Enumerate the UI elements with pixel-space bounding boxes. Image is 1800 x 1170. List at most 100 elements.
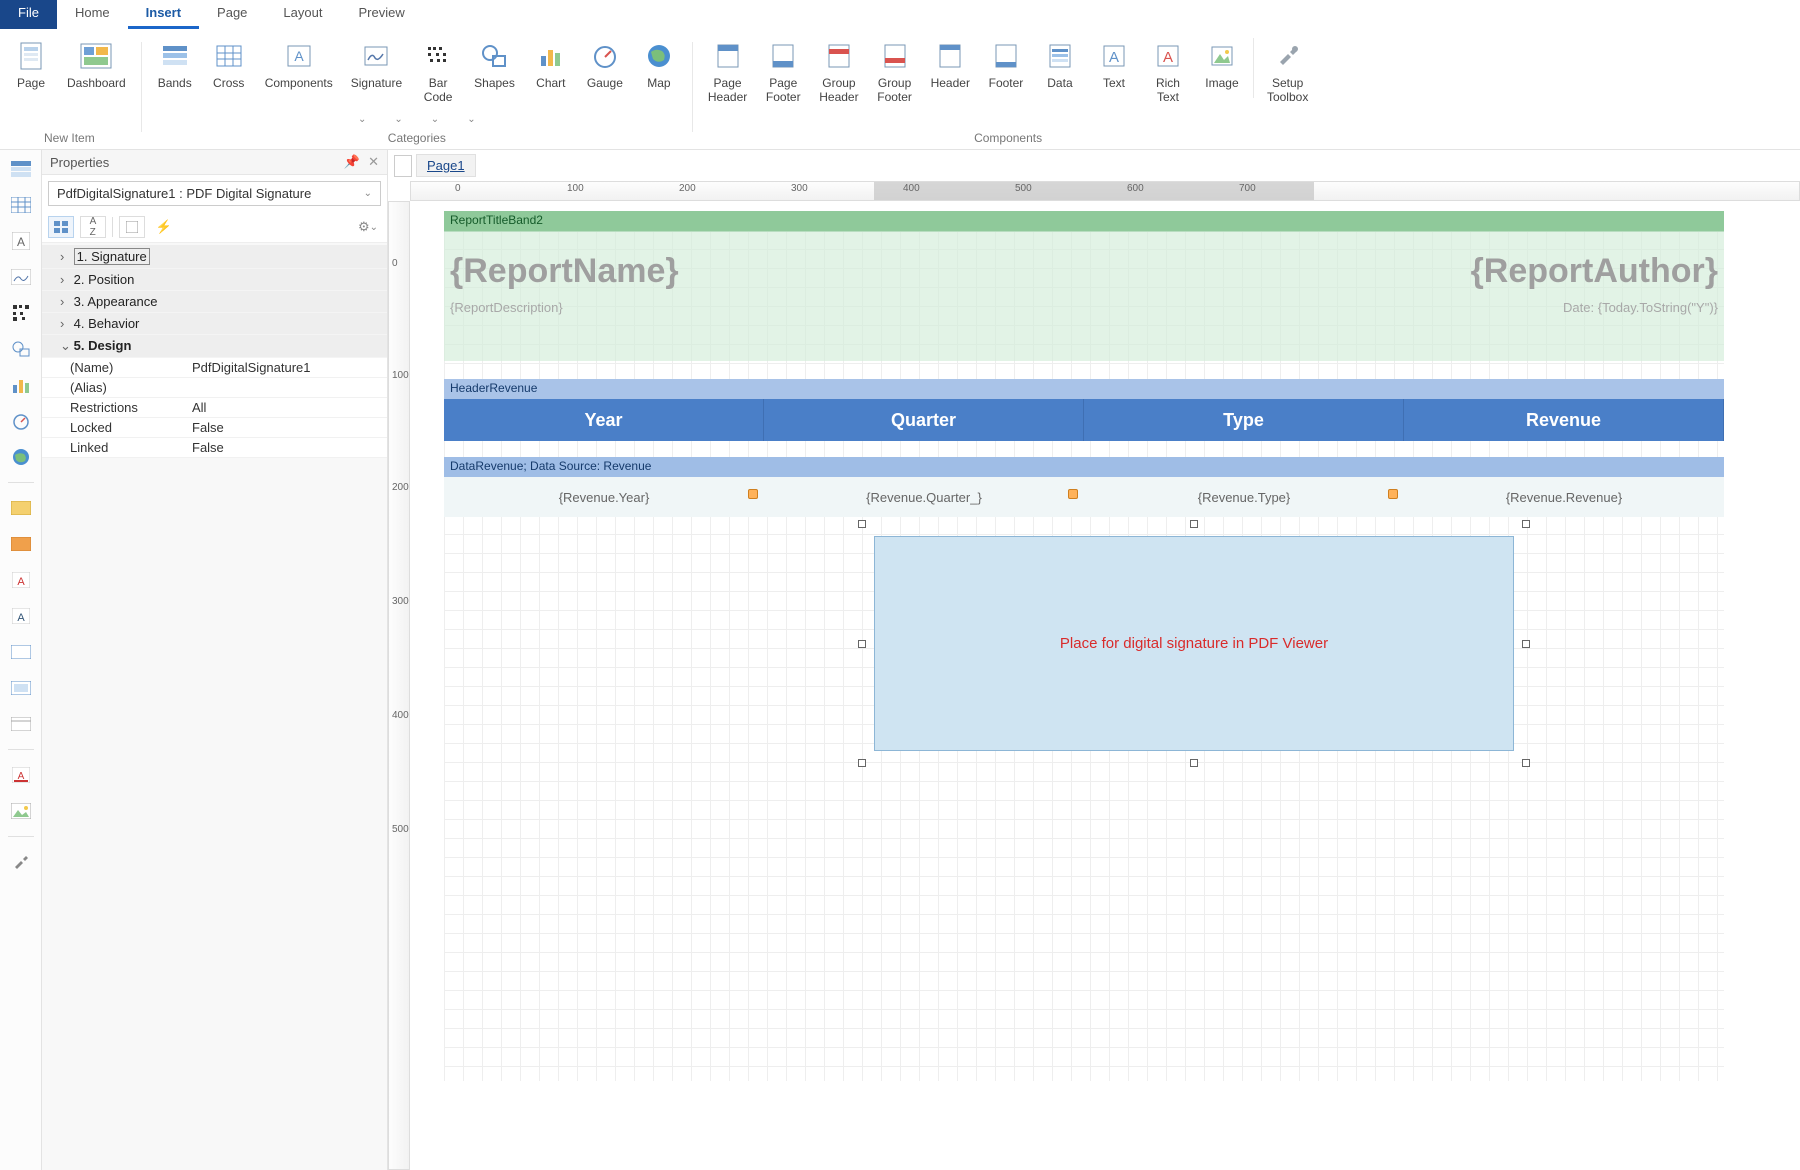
tool-qr-icon[interactable]: [8, 300, 34, 326]
tool-picture-icon[interactable]: [8, 798, 34, 824]
prop-lightning-icon[interactable]: ⚡: [151, 216, 177, 238]
ribbon-header-button[interactable]: Header: [922, 36, 979, 94]
ribbon-groupheader-button[interactable]: Group Header: [810, 36, 867, 108]
report-page[interactable]: ReportTitleBand2 {ReportName} {ReportAut…: [444, 211, 1724, 1081]
col-year[interactable]: Year: [444, 399, 764, 441]
report-title-band[interactable]: ReportTitleBand2 {ReportName} {ReportAut…: [444, 211, 1724, 361]
report-date-field[interactable]: Date: {Today.ToString("Y")}: [1563, 300, 1718, 315]
tool-text-icon[interactable]: A: [8, 228, 34, 254]
field-year[interactable]: {Revenue.Year}: [444, 477, 764, 517]
ribbon-gauge-button[interactable]: Gauge: [578, 36, 632, 94]
tool-globe-icon[interactable]: [8, 444, 34, 470]
tool-yellow-icon[interactable]: [8, 495, 34, 521]
prop-row-linked[interactable]: LinkedFalse: [42, 438, 387, 458]
tool-rect2-icon[interactable]: [8, 675, 34, 701]
resize-handle[interactable]: [1190, 520, 1198, 528]
prop-cat-position[interactable]: › 2. Position: [42, 269, 387, 291]
ribbon-components-button[interactable]: AComponents: [256, 36, 342, 94]
ribbon-shapes-button[interactable]: Shapes: [465, 36, 524, 94]
data-band[interactable]: DataRevenue; Data Source: Revenue {Reven…: [444, 457, 1724, 517]
header-band[interactable]: HeaderRevenue Year Quarter Type Revenue: [444, 379, 1724, 441]
field-quarter[interactable]: {Revenue.Quarter_}: [764, 477, 1084, 517]
tab-page[interactable]: Page: [199, 0, 265, 29]
resize-handle[interactable]: [1522, 520, 1530, 528]
col-type[interactable]: Type: [1084, 399, 1404, 441]
prop-row-name[interactable]: (Name)PdfDigitalSignature1: [42, 358, 387, 378]
resize-handle[interactable]: [1522, 640, 1530, 648]
prop-cat-design[interactable]: ⌄ 5. Design: [42, 335, 387, 358]
ribbon-cross-button[interactable]: Cross: [202, 36, 256, 94]
pin-icon[interactable]: 📌: [344, 154, 360, 170]
prop-categorized-icon[interactable]: [48, 216, 74, 238]
resize-handle[interactable]: [1190, 759, 1198, 767]
prop-row-alias[interactable]: (Alias): [42, 378, 387, 398]
page-file-icon[interactable]: [394, 155, 412, 177]
col-quarter[interactable]: Quarter: [764, 399, 1084, 441]
prop-cat-signature[interactable]: › 1. Signature: [42, 245, 387, 269]
prop-gear-icon[interactable]: ⚙⌄: [355, 216, 381, 238]
dropdown-icon[interactable]: ⌄: [380, 114, 416, 125]
tool-band-blue-icon[interactable]: [8, 156, 34, 182]
col-revenue[interactable]: Revenue: [1404, 399, 1724, 441]
ribbon-barcode-button[interactable]: Bar Code: [411, 36, 465, 108]
tab-insert[interactable]: Insert: [128, 0, 199, 29]
tool-rect3-icon[interactable]: [8, 711, 34, 737]
tab-file[interactable]: File: [0, 0, 57, 29]
close-icon[interactable]: ✕: [368, 154, 379, 170]
ribbon-bands-button[interactable]: Bands: [148, 36, 202, 94]
prop-row-locked[interactable]: LockedFalse: [42, 418, 387, 438]
tool-rect1-icon[interactable]: [8, 639, 34, 665]
tool-signature-icon[interactable]: [8, 264, 34, 290]
ribbon-richtext-button[interactable]: ARich Text: [1141, 36, 1195, 108]
ruler-vertical[interactable]: 0 100 200 300 400 500: [388, 201, 410, 1170]
ribbon-data-button[interactable]: Data: [1033, 36, 1087, 94]
tool-blue-a-icon[interactable]: A: [8, 603, 34, 629]
prop-row-restrictions[interactable]: RestrictionsAll: [42, 398, 387, 418]
tool-gauge-icon[interactable]: [8, 408, 34, 434]
tool-orange-icon[interactable]: [8, 531, 34, 557]
page-tab-1[interactable]: Page1: [416, 154, 476, 177]
resize-handle[interactable]: [858, 640, 866, 648]
properties-selector[interactable]: PdfDigitalSignature1 : PDF Digital Signa…: [48, 181, 381, 206]
ribbon-setup-button[interactable]: Setup Toolbox: [1258, 36, 1317, 108]
databind-pin-icon[interactable]: [1068, 489, 1078, 499]
ribbon-chart-button[interactable]: Chart: [524, 36, 578, 94]
prop-cat-appearance[interactable]: › 3. Appearance: [42, 291, 387, 313]
tool-redbar-a-icon[interactable]: A: [8, 762, 34, 788]
dropdown-icon[interactable]: ⌄: [417, 114, 453, 125]
ribbon-text-button[interactable]: AText: [1087, 36, 1141, 94]
ribbon-image-button[interactable]: Image: [1195, 36, 1249, 94]
dropdown-icon[interactable]: ⌄: [453, 114, 489, 125]
field-revenue[interactable]: {Revenue.Revenue}: [1404, 477, 1724, 517]
databind-pin-icon[interactable]: [748, 489, 758, 499]
ribbon-footer-button[interactable]: Footer: [979, 36, 1033, 94]
tab-preview[interactable]: Preview: [340, 0, 422, 29]
report-desc-field[interactable]: {ReportDescription}: [450, 300, 563, 315]
resize-handle[interactable]: [858, 759, 866, 767]
design-surface[interactable]: ReportTitleBand2 {ReportName} {ReportAut…: [410, 201, 1800, 1170]
tool-wrench-icon[interactable]: [8, 849, 34, 875]
tool-chart-icon[interactable]: [8, 372, 34, 398]
tool-table-icon[interactable]: [8, 192, 34, 218]
databind-pin-icon[interactable]: [1388, 489, 1398, 499]
tool-red-a-icon[interactable]: A: [8, 567, 34, 593]
ruler-horizontal[interactable]: 0 100 200 300 400 500 600 700: [410, 181, 1800, 201]
report-name-field[interactable]: {ReportName}: [450, 252, 679, 291]
ribbon-groupfooter-button[interactable]: Group Footer: [868, 36, 922, 108]
tab-layout[interactable]: Layout: [265, 0, 340, 29]
ribbon-dashboard-button[interactable]: Dashboard: [58, 36, 135, 94]
dropdown-icon[interactable]: ⌄: [344, 114, 380, 125]
report-author-field[interactable]: {ReportAuthor}: [1471, 252, 1718, 291]
prop-cat-behavior[interactable]: › 4. Behavior: [42, 313, 387, 335]
ribbon-signature-button[interactable]: Signature: [342, 36, 411, 94]
ribbon-pagefooter-button[interactable]: Page Footer: [756, 36, 810, 108]
resize-handle[interactable]: [1522, 759, 1530, 767]
prop-box-icon[interactable]: [119, 216, 145, 238]
field-type[interactable]: {Revenue.Type}: [1084, 477, 1404, 517]
ribbon-pageheader-button[interactable]: Page Header: [699, 36, 756, 108]
prop-alpha-icon[interactable]: AZ: [80, 216, 106, 238]
tab-home[interactable]: Home: [57, 0, 128, 29]
ribbon-page-button[interactable]: Page: [4, 36, 58, 94]
ribbon-map-button[interactable]: Map: [632, 36, 686, 94]
resize-handle[interactable]: [858, 520, 866, 528]
